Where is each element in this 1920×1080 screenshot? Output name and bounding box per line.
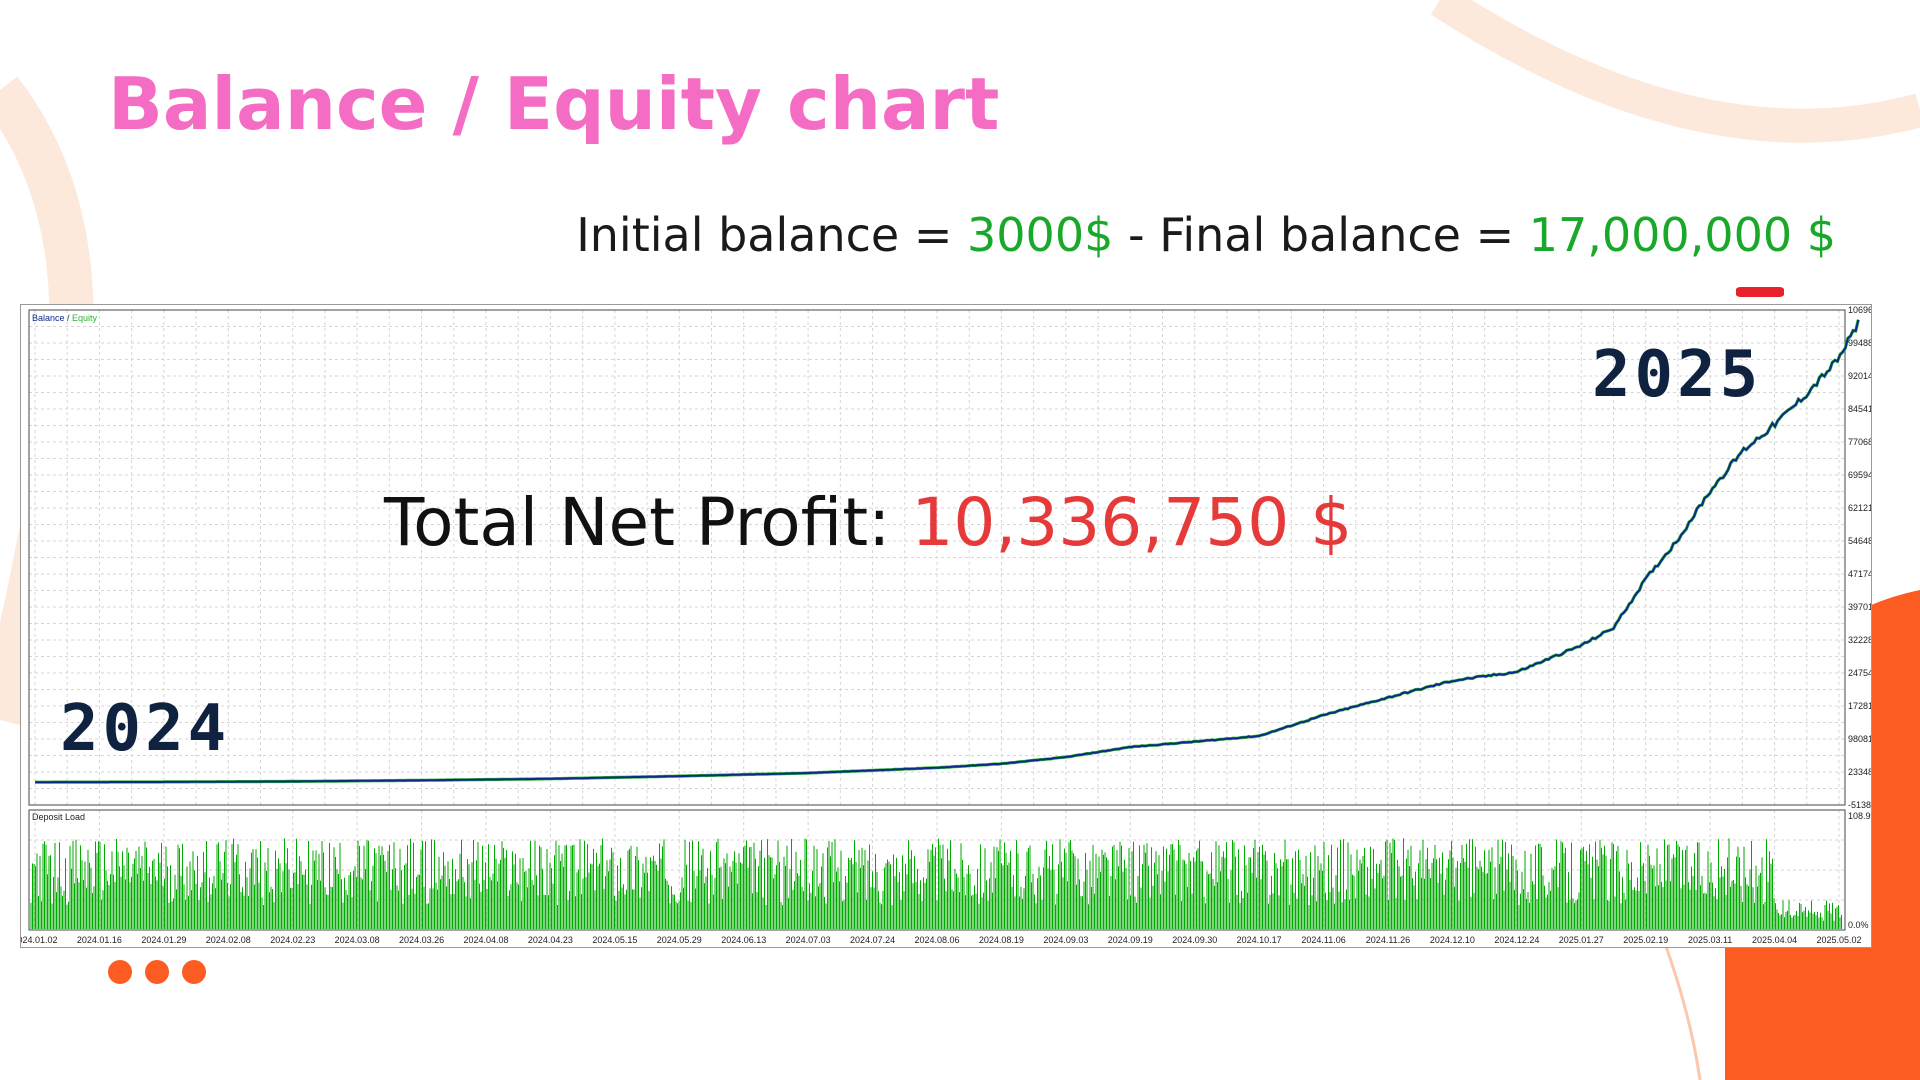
y-tick-label: 3970151: [1848, 602, 1871, 612]
profit-value: 10,336,750 $: [911, 484, 1353, 561]
load-y-tick-label: 108.9%: [1848, 811, 1871, 821]
y-tick-label: 6959486: [1848, 470, 1871, 480]
x-tick-label: 2024.07.24: [850, 935, 895, 945]
chart-legend: Balance / Equity: [32, 313, 98, 323]
y-tick-label: 6212153: [1848, 503, 1871, 513]
dot-3: [182, 960, 206, 984]
y-tick-label: 3222817: [1848, 635, 1871, 645]
x-tick-label: 2025.05.02: [1816, 935, 1861, 945]
decorative-arc-top-right: [1430, 0, 1920, 143]
chart-grid: [29, 309, 1845, 930]
pagination-dots: [108, 960, 219, 989]
x-tick-label: 2024.09.19: [1108, 935, 1153, 945]
decorative-thin-arc: [1658, 929, 1702, 1080]
x-tick-label: 2025.01.27: [1559, 935, 1604, 945]
x-tick-label: 2024.09.30: [1172, 935, 1217, 945]
x-tick-label: 2024.09.03: [1043, 935, 1088, 945]
deposit-load-title: Deposit Load: [32, 812, 85, 822]
x-tick-label: 2024.08.19: [979, 935, 1024, 945]
x-tick-label: 2024.03.26: [399, 935, 444, 945]
x-tick-label: 2024.02.08: [206, 935, 251, 945]
x-tick-label: 2025.02.19: [1623, 935, 1668, 945]
page-title: Balance / Equity chart: [108, 62, 1000, 146]
underline-mark: [1736, 287, 1784, 297]
y-tick-label: 233482: [1848, 767, 1871, 777]
dot-1: [108, 960, 132, 984]
y-tick-label: 8454154: [1848, 404, 1871, 414]
x-tick-label: 2024.04.08: [463, 935, 508, 945]
deposit-load-bars: [30, 838, 1842, 929]
x-tick-label: 2024.06.13: [721, 935, 766, 945]
y-tick-label: 4717485: [1848, 569, 1871, 579]
x-tick-label: 2024.01.16: [77, 935, 122, 945]
x-tick-label: 2024.08.06: [914, 935, 959, 945]
y-tick-label: 7706820: [1848, 437, 1871, 447]
y-tick-label: 980815: [1848, 734, 1871, 744]
year-label-end: 2025: [1592, 338, 1763, 412]
dot-2: [145, 960, 169, 984]
y-tick-label: 5464819: [1848, 536, 1871, 546]
x-tick-label: 2024.11.06: [1301, 935, 1345, 945]
y-tick-label: 9948822: [1848, 338, 1871, 348]
initial-balance-label: Initial balance =: [576, 208, 968, 262]
initial-balance-value: 3000$: [967, 208, 1114, 262]
profit-label: Total Net Profit:: [384, 484, 912, 561]
x-tick-label: 2025.03.11: [1688, 935, 1732, 945]
legend-separator: /: [65, 313, 73, 323]
y-tick-label: 10696156: [1848, 305, 1871, 315]
legend-equity: Equity: [72, 313, 98, 323]
x-tick-label: 2024.12.10: [1430, 935, 1475, 945]
final-balance-label: - Final balance =: [1113, 208, 1529, 262]
x-tick-label: 2024.05.29: [657, 935, 702, 945]
y-tick-label: 9201488: [1848, 371, 1871, 381]
x-tick-label: 2024.10.17: [1237, 935, 1282, 945]
x-tick-label: 2024.01.02: [21, 935, 58, 945]
y-tick-label: 2475483: [1848, 668, 1871, 678]
balance-summary: Initial balance = 3000$ - Final balance …: [576, 208, 1836, 262]
x-tick-label: 2024.04.23: [528, 935, 573, 945]
x-tick-label: 2024.01.29: [141, 935, 186, 945]
load-y-tick-label: 0.0%: [1848, 920, 1869, 930]
x-tick-label: 2025.04.04: [1752, 935, 1797, 945]
x-tick-label: 2024.03.08: [335, 935, 380, 945]
final-balance-value: 17,000,000 $: [1528, 208, 1836, 262]
x-tick-label: 2024.07.03: [786, 935, 831, 945]
x-tick-label: 2024.11.26: [1366, 935, 1410, 945]
x-tick-label: 2024.12.24: [1494, 935, 1539, 945]
legend-balance: Balance: [32, 313, 65, 323]
x-tick-label: 2024.02.23: [270, 935, 315, 945]
year-label-start: 2024: [60, 692, 231, 766]
y-tick-label: -513852: [1848, 800, 1871, 810]
x-tick-label: 2024.05.15: [592, 935, 637, 945]
total-net-profit: Total Net Profit: 10,336,750 $: [384, 484, 1352, 561]
y-tick-label: 1728149: [1848, 701, 1871, 711]
